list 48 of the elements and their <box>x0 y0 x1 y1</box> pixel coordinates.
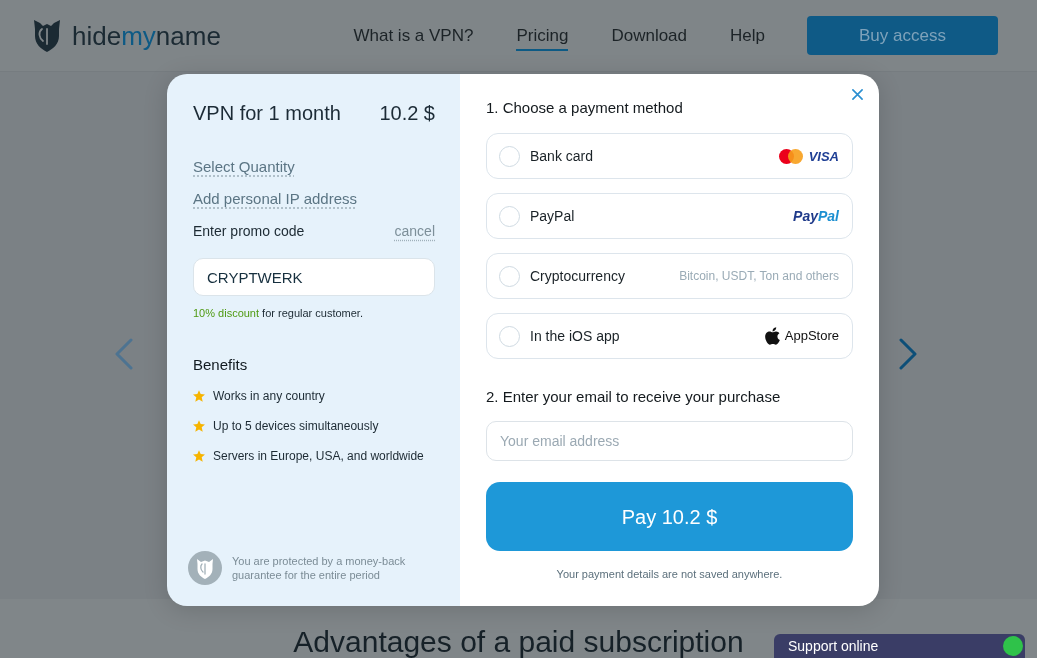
benefit-text: Up to 5 devices simultaneously <box>213 418 379 434</box>
support-chat-tab[interactable]: Support online <box>774 634 1025 658</box>
nav-link[interactable]: Help <box>730 20 765 51</box>
close-icon[interactable] <box>852 89 863 100</box>
guarantee-text: You are protected by a money-back guarantee for the entire period <box>232 554 407 582</box>
payment-option[interactable]: PayPal PayPal <box>486 193 853 239</box>
shield-badge-icon <box>188 551 222 585</box>
benefits-title: Benefits <box>193 355 249 375</box>
buy-access-button[interactable]: Buy access <box>807 16 998 55</box>
promo-code-field[interactable]: CRYPTWERK <box>193 258 435 296</box>
nav-link[interactable]: Download <box>611 20 688 51</box>
privacy-note: Your payment details are not saved anywhere. <box>555 567 784 581</box>
logo-text: hidemyname <box>72 22 221 49</box>
cancel-link[interactable]: cancel <box>394 221 435 241</box>
product-title: VPN for 1 month <box>193 101 341 125</box>
discount-note: 10% discount for regular customer. <box>193 306 364 320</box>
overlapping-circles-icon <box>778 148 803 164</box>
option-label: Cryptocurrency <box>530 266 625 286</box>
option-note: Bitcoin, USDT, Ton and others <box>679 268 839 285</box>
payment-option[interactable]: Bank card VISA <box>486 133 853 179</box>
payment-option[interactable]: Cryptocurrency Bitcoin, USDT, Ton and others <box>486 253 853 299</box>
step-heading: 1. Choose a payment method <box>486 98 684 118</box>
support-label: Support online <box>788 636 879 656</box>
nav-link[interactable]: What is a VPN? <box>353 20 474 51</box>
brand-text: VISA <box>808 149 839 163</box>
shield-logo-icon <box>34 19 60 52</box>
option-link[interactable]: Select Quantity <box>193 157 295 177</box>
payment-option[interactable]: In the iOS app AppStore <box>486 313 853 359</box>
benefit-text: Works in any country <box>213 388 325 404</box>
star-icon <box>193 420 205 432</box>
benefit-text: Servers in Europe, USA, and worldwide <box>213 448 424 464</box>
nav-link[interactable]: Pricing <box>516 20 569 51</box>
chevron-right-icon[interactable] <box>899 337 917 370</box>
apple-icon <box>764 327 780 345</box>
option-link[interactable]: Add personal IP address <box>193 189 357 209</box>
step-heading: 2. Enter your email to receive your purchase <box>486 387 782 407</box>
brand-text: PayPal <box>793 209 839 223</box>
option-label: PayPal <box>530 206 575 226</box>
option-label: Bank card <box>530 146 594 166</box>
pay-button[interactable]: Pay 10.2 $ <box>486 482 853 551</box>
email-field[interactable]: Your email address <box>486 421 853 461</box>
star-icon <box>193 390 205 402</box>
star-icon <box>193 450 205 462</box>
brand-text: AppStore <box>784 327 839 346</box>
option-label: In the iOS app <box>530 326 620 346</box>
product-price: 10.2 $ <box>379 101 435 125</box>
section-heading: Advantages of a paid subscription <box>293 627 744 657</box>
promo-label: Enter promo code <box>193 222 305 241</box>
